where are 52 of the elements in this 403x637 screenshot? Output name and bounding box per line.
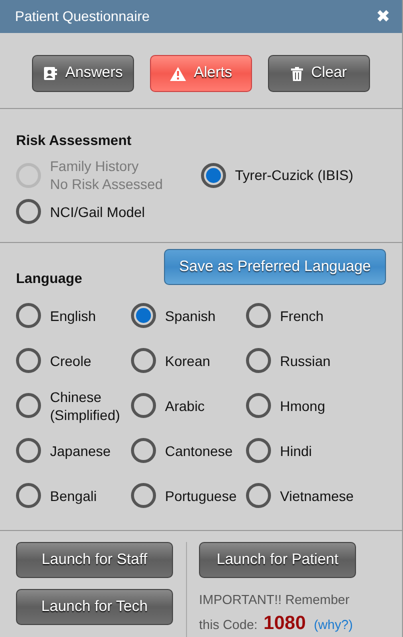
option-label: French — [280, 306, 324, 324]
radio-button[interactable] — [16, 348, 41, 373]
toolbar-button[interactable]: Alerts — [150, 55, 252, 92]
option-label: Creole — [50, 352, 92, 370]
radio-button[interactable] — [16, 483, 41, 508]
radio-button[interactable] — [131, 393, 156, 418]
launch-button[interactable]: Launch for Patient — [199, 542, 356, 578]
toolbar-button[interactable]: Answers — [32, 55, 134, 92]
radio-button[interactable] — [16, 303, 41, 328]
radio-button[interactable] — [246, 393, 271, 418]
code-label: this Code: — [199, 616, 258, 634]
section-heading: Language — [16, 269, 82, 288]
launch-button[interactable]: Launch for Tech — [16, 589, 173, 625]
option-label: Chinese (Simplified) — [50, 388, 120, 424]
trash-icon — [291, 66, 304, 80]
option-label: Cantonese — [165, 442, 233, 460]
option-label: Portuguese — [165, 486, 237, 504]
option-label: Korean — [165, 352, 210, 370]
radio-button[interactable] — [246, 348, 271, 373]
window-title: Patient Questionnaire — [15, 7, 150, 26]
option-label: Family History No Risk Assessed — [50, 157, 163, 193]
radio-button[interactable] — [246, 483, 271, 508]
section-heading: Risk Assessment — [16, 131, 132, 150]
radio-button[interactable] — [246, 303, 271, 328]
option-label: Bengali — [50, 486, 97, 504]
option-label: Tyrer-Cuzick (IBIS) — [235, 166, 354, 184]
radio-button[interactable] — [131, 483, 156, 508]
option-label: Hmong — [280, 396, 326, 414]
radio-button[interactable] — [131, 348, 156, 373]
radio-button[interactable] — [246, 438, 271, 463]
option-label: Vietnamese — [280, 486, 354, 504]
option-label: Japanese — [50, 442, 111, 460]
radio-button[interactable] — [131, 303, 156, 328]
save-preferred-language-button[interactable]: Save as Preferred Language — [164, 249, 386, 285]
radio-button[interactable] — [201, 162, 226, 188]
option-label: Russian — [280, 352, 331, 370]
option-label: English — [50, 306, 96, 324]
option-label: Hindi — [280, 442, 312, 460]
radio-button[interactable] — [16, 393, 41, 418]
access-code: 1080 — [264, 612, 306, 636]
radio-button[interactable] — [16, 199, 41, 224]
radio-button[interactable] — [16, 438, 41, 463]
toolbar-button[interactable]: Clear — [268, 55, 370, 92]
contact-card-icon — [43, 66, 58, 81]
option-label: Arabic — [165, 396, 205, 414]
radio-button[interactable] — [131, 438, 156, 463]
launch-button[interactable]: Launch for Staff — [16, 542, 173, 578]
close-button[interactable]: ✖ — [376, 8, 390, 25]
important-note: IMPORTANT!! Remember — [199, 591, 350, 609]
option-label: Spanish — [165, 306, 216, 324]
option-label: NCI/Gail Model — [50, 202, 145, 220]
warning-icon — [170, 66, 186, 80]
